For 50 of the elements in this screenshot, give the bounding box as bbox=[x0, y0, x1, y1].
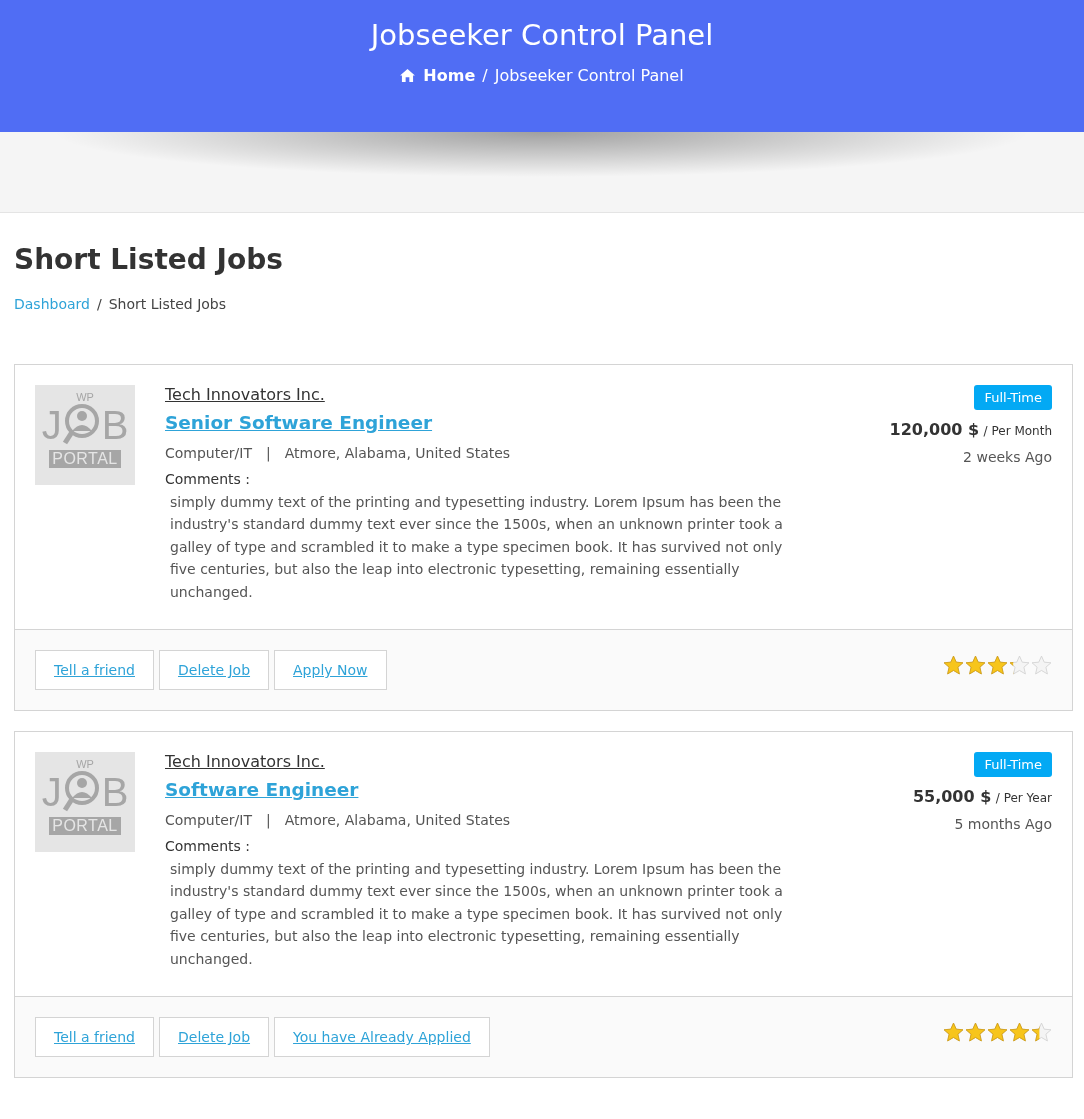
comments-label: Comments : bbox=[165, 838, 252, 855]
star-icon bbox=[1031, 1022, 1052, 1043]
page-title: Short Listed Jobs bbox=[14, 243, 284, 276]
company-logo: WP J B PORTAL bbox=[35, 752, 135, 853]
posted-time: 5 months Ago bbox=[954, 816, 1052, 833]
job-title-link[interactable]: Senior Software Engineer bbox=[165, 412, 433, 433]
star-icon bbox=[1009, 655, 1030, 676]
breadcrumb-current: Jobseeker Control Panel bbox=[494, 66, 684, 85]
action-button[interactable]: Tell a friend bbox=[35, 650, 154, 691]
dashboard-link[interactable]: Dashboard bbox=[14, 296, 90, 312]
magnifier-person-icon bbox=[61, 403, 102, 447]
comments-text: simply dummy text of the printing and typesetting industry. Lorem Ipsum has been the industry's standard dummy text ever since the 1500s, when an unknown printer took a galley of type and scrambled it to make a type specimen book. It has survived not only five centuries, but also the leap into electronic typesetting, remaining essentially unchanged. bbox=[170, 860, 784, 969]
home-link[interactable]: Home bbox=[400, 66, 476, 85]
action-button[interactable]: Apply Now bbox=[274, 650, 387, 691]
salary-amount: 55,000 $ bbox=[912, 787, 992, 807]
job-type-badge: Full-Time bbox=[974, 385, 1052, 410]
star-icon bbox=[1031, 655, 1052, 676]
job-location: Atmore, Alabama, United States bbox=[284, 445, 511, 461]
star-icon bbox=[965, 655, 986, 676]
breadcrumb-current: Short Listed Jobs bbox=[108, 296, 226, 312]
salary-period: / Per Year bbox=[995, 791, 1052, 806]
action-button[interactable]: Delete Job bbox=[159, 650, 270, 691]
star-icon bbox=[943, 1022, 964, 1043]
meta-separator: | bbox=[266, 445, 271, 461]
company-logo: WP J B PORTAL bbox=[35, 385, 135, 485]
posted-time: 2 weeks Ago bbox=[963, 449, 1052, 465]
meta-separator: | bbox=[266, 812, 271, 829]
company-link[interactable]: Tech Innovators Inc. bbox=[165, 385, 325, 404]
salary-amount: 120,000 $ bbox=[889, 420, 980, 439]
breadcrumb-separator: / bbox=[96, 296, 102, 312]
star-icon bbox=[987, 655, 1008, 676]
job-title-link[interactable]: Software Engineer bbox=[165, 779, 359, 801]
job-type-badge: Full-Time bbox=[974, 752, 1052, 778]
action-button[interactable]: Delete Job bbox=[159, 1017, 270, 1058]
company-link[interactable]: Tech Innovators Inc. bbox=[165, 752, 325, 772]
action-button[interactable]: You have Already Applied bbox=[274, 1017, 490, 1058]
job-location: Atmore, Alabama, United States bbox=[284, 812, 511, 829]
breadcrumb-separator: / bbox=[482, 66, 488, 85]
star-icon bbox=[965, 1022, 986, 1043]
star-icon bbox=[1009, 1022, 1030, 1043]
page-banner-title: Jobseeker Control Panel bbox=[370, 18, 714, 52]
comments-text: simply dummy text of the printing and typesetting industry. Lorem Ipsum has been the industry's standard dummy text ever since the 1500s, when an unknown printer took a galley of type and scrambled it to make a type specimen book. It has survived not only five centuries, but also the leap into electronic typesetting, remaining essentially unchanged. bbox=[170, 493, 784, 602]
salary-period: / Per Month bbox=[983, 424, 1052, 438]
job-category: Computer/IT bbox=[165, 812, 252, 829]
star-icon bbox=[943, 655, 964, 676]
action-button[interactable]: Tell a friend bbox=[35, 1017, 154, 1058]
home-icon bbox=[400, 69, 416, 82]
job-category: Computer/IT bbox=[165, 445, 252, 461]
comments-label: Comments : bbox=[165, 471, 252, 487]
star-icon bbox=[987, 1022, 1008, 1043]
